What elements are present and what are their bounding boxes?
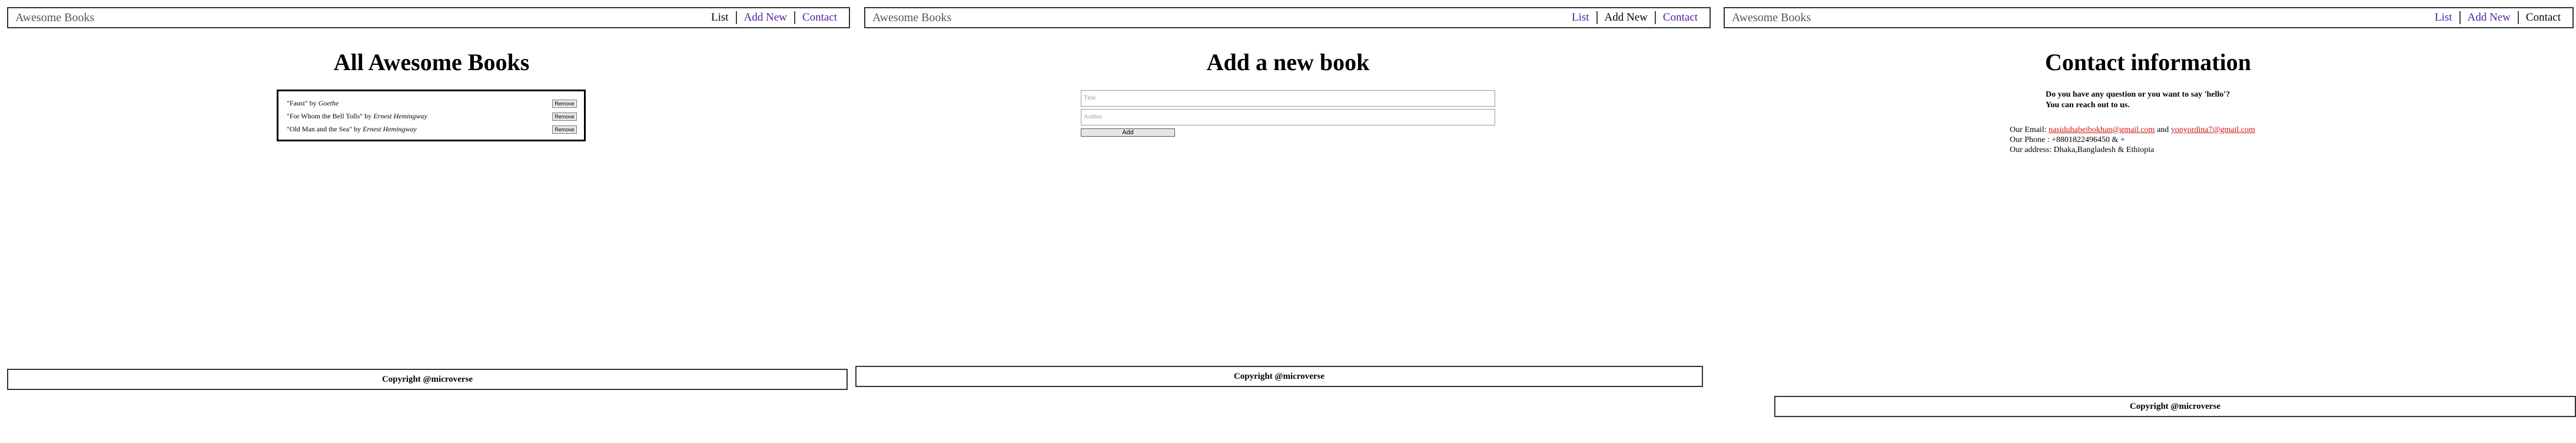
book-list: "Faust" by Goethe Remove "For Whom the B… — [277, 90, 586, 141]
contact-question: Do you have any question or you want to … — [2046, 90, 2230, 111]
email-label: Our Email: — [2010, 125, 2049, 134]
brand-logo: Awesome Books — [1732, 11, 1811, 24]
brand-logo: Awesome Books — [15, 11, 95, 24]
email-and: and — [2155, 125, 2171, 134]
book-title: "For Whom the Bell Tolls" by — [287, 112, 374, 120]
remove-button[interactable]: Remove — [552, 113, 577, 121]
email-line: Our Email: nasiduhabeibokhan@gmail.com a… — [2010, 125, 2255, 135]
navbar: Awesome Books List Add New Contact — [1724, 7, 2574, 28]
nav-contact-link[interactable]: Contact — [2519, 11, 2568, 24]
email-link-2[interactable]: yonyordina7@gmail.com — [2171, 125, 2255, 134]
book-title: "Faust" by — [287, 99, 318, 107]
nav-menu: List Add New Contact — [1565, 8, 1709, 27]
navbar: Awesome Books List Add New Contact — [864, 7, 1711, 28]
title-input[interactable]: Title — [1081, 90, 1495, 107]
list-view: Awesome Books List Add New Contact All A… — [0, 0, 855, 443]
book-author: Goethe — [318, 99, 339, 107]
nav-list-link[interactable]: List — [704, 11, 737, 24]
nav-list-link[interactable]: List — [2428, 11, 2461, 24]
book-author: Ernest Hemingway — [373, 112, 427, 120]
book-item: "For Whom the Bell Tolls" by Ernest Hemi… — [287, 112, 427, 121]
nav-menu: List Add New Contact — [2428, 8, 2572, 27]
copyright-text: Copyright @microverse — [1233, 371, 1325, 381]
remove-button[interactable]: Remove — [552, 125, 577, 134]
book-author: Ernest Hemingway — [363, 125, 417, 133]
brand-logo: Awesome Books — [872, 11, 952, 24]
email-link-1[interactable]: nasiduhabeibokhan@gmail.com — [2049, 125, 2155, 134]
contact-view: Awesome Books List Add New Contact Conta… — [1715, 0, 2576, 443]
nav-add-new-link[interactable]: Add New — [2461, 11, 2519, 24]
nav-contact-link[interactable]: Contact — [795, 11, 844, 24]
book-item: "Old Man and the Sea" by Ernest Hemingwa… — [287, 125, 417, 134]
book-title: "Old Man and the Sea" by — [287, 125, 363, 133]
nav-contact-link[interactable]: Contact — [1656, 11, 1705, 24]
nav-add-new-link[interactable]: Add New — [737, 11, 795, 24]
nav-add-new-link[interactable]: Add New — [1598, 11, 1656, 24]
question-line: Do you have any question or you want to … — [2046, 90, 2230, 99]
address-line: Our address: Dhaka,Bangladesh & Ethiopia — [2010, 146, 2155, 154]
book-item: "Faust" by Goethe — [287, 99, 338, 108]
copyright-text: Copyright @microverse — [381, 374, 473, 384]
footer: Copyright @microverse — [1774, 396, 2576, 417]
nav-list-link[interactable]: List — [1565, 11, 1598, 24]
add-button[interactable]: Add — [1081, 128, 1175, 137]
add-view: Awesome Books List Add New Contact Add a… — [855, 0, 1715, 443]
page-title: Add a new book — [1206, 49, 1370, 75]
copyright-text: Copyright @microverse — [2129, 401, 2221, 411]
page-title: Contact information — [2045, 49, 2251, 75]
nav-menu: List Add New Contact — [704, 8, 849, 27]
author-input[interactable]: Author — [1081, 109, 1495, 125]
footer: Copyright @microverse — [7, 369, 848, 390]
remove-button[interactable]: Remove — [552, 100, 577, 108]
navbar: Awesome Books List Add New Contact — [7, 7, 850, 28]
footer: Copyright @microverse — [855, 366, 1703, 387]
contact-details: Our Email: nasiduhabeibokhan@gmail.com a… — [2010, 125, 2255, 155]
page-title: All Awesome Books — [333, 49, 530, 75]
question-line: You can reach out to us. — [2046, 101, 2130, 110]
phone-line: Our Phone : +8801822496450 & + — [2010, 135, 2125, 144]
